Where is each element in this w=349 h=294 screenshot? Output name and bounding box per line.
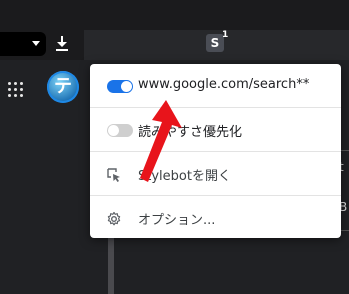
options-row[interactable]: オプション... [90,196,341,238]
readability-toggle-row[interactable]: 読みやすさ優先化 [90,108,341,151]
profile-avatar[interactable]: テ [47,71,79,103]
divider [340,230,349,231]
chevron-down-icon[interactable] [32,41,40,46]
site-style-toggle-row[interactable]: www.google.com/search** [90,64,341,107]
toggle-knob [121,81,132,92]
apps-grid-icon[interactable] [8,82,24,98]
download-icon[interactable] [54,35,70,53]
toggle-knob [108,125,119,136]
options-label: オプション... [138,213,216,228]
stylebot-popup: www.google.com/search** 読みやすさ優先化 Stylebo… [90,64,341,238]
open-stylebot-label: Stylebotを開く [138,169,231,184]
site-pattern-label: www.google.com/search** [138,77,310,92]
readability-toggle[interactable] [107,124,133,137]
cursor-select-icon [107,168,120,182]
browser-window: S 1 テ t B www.google.com/search** 読みやすさ優… [0,0,349,294]
scrollbar-track[interactable] [108,235,114,294]
site-style-toggle[interactable] [107,80,133,93]
extension-badge: 1 [222,30,229,40]
address-bar-dropdown[interactable] [0,32,46,56]
open-stylebot-row[interactable]: Stylebotを開く [90,152,341,195]
gear-icon [107,211,121,226]
readability-label: 読みやすさ優先化 [138,125,243,140]
divider [340,150,349,151]
browser-toolbar: S 1 [0,0,349,60]
